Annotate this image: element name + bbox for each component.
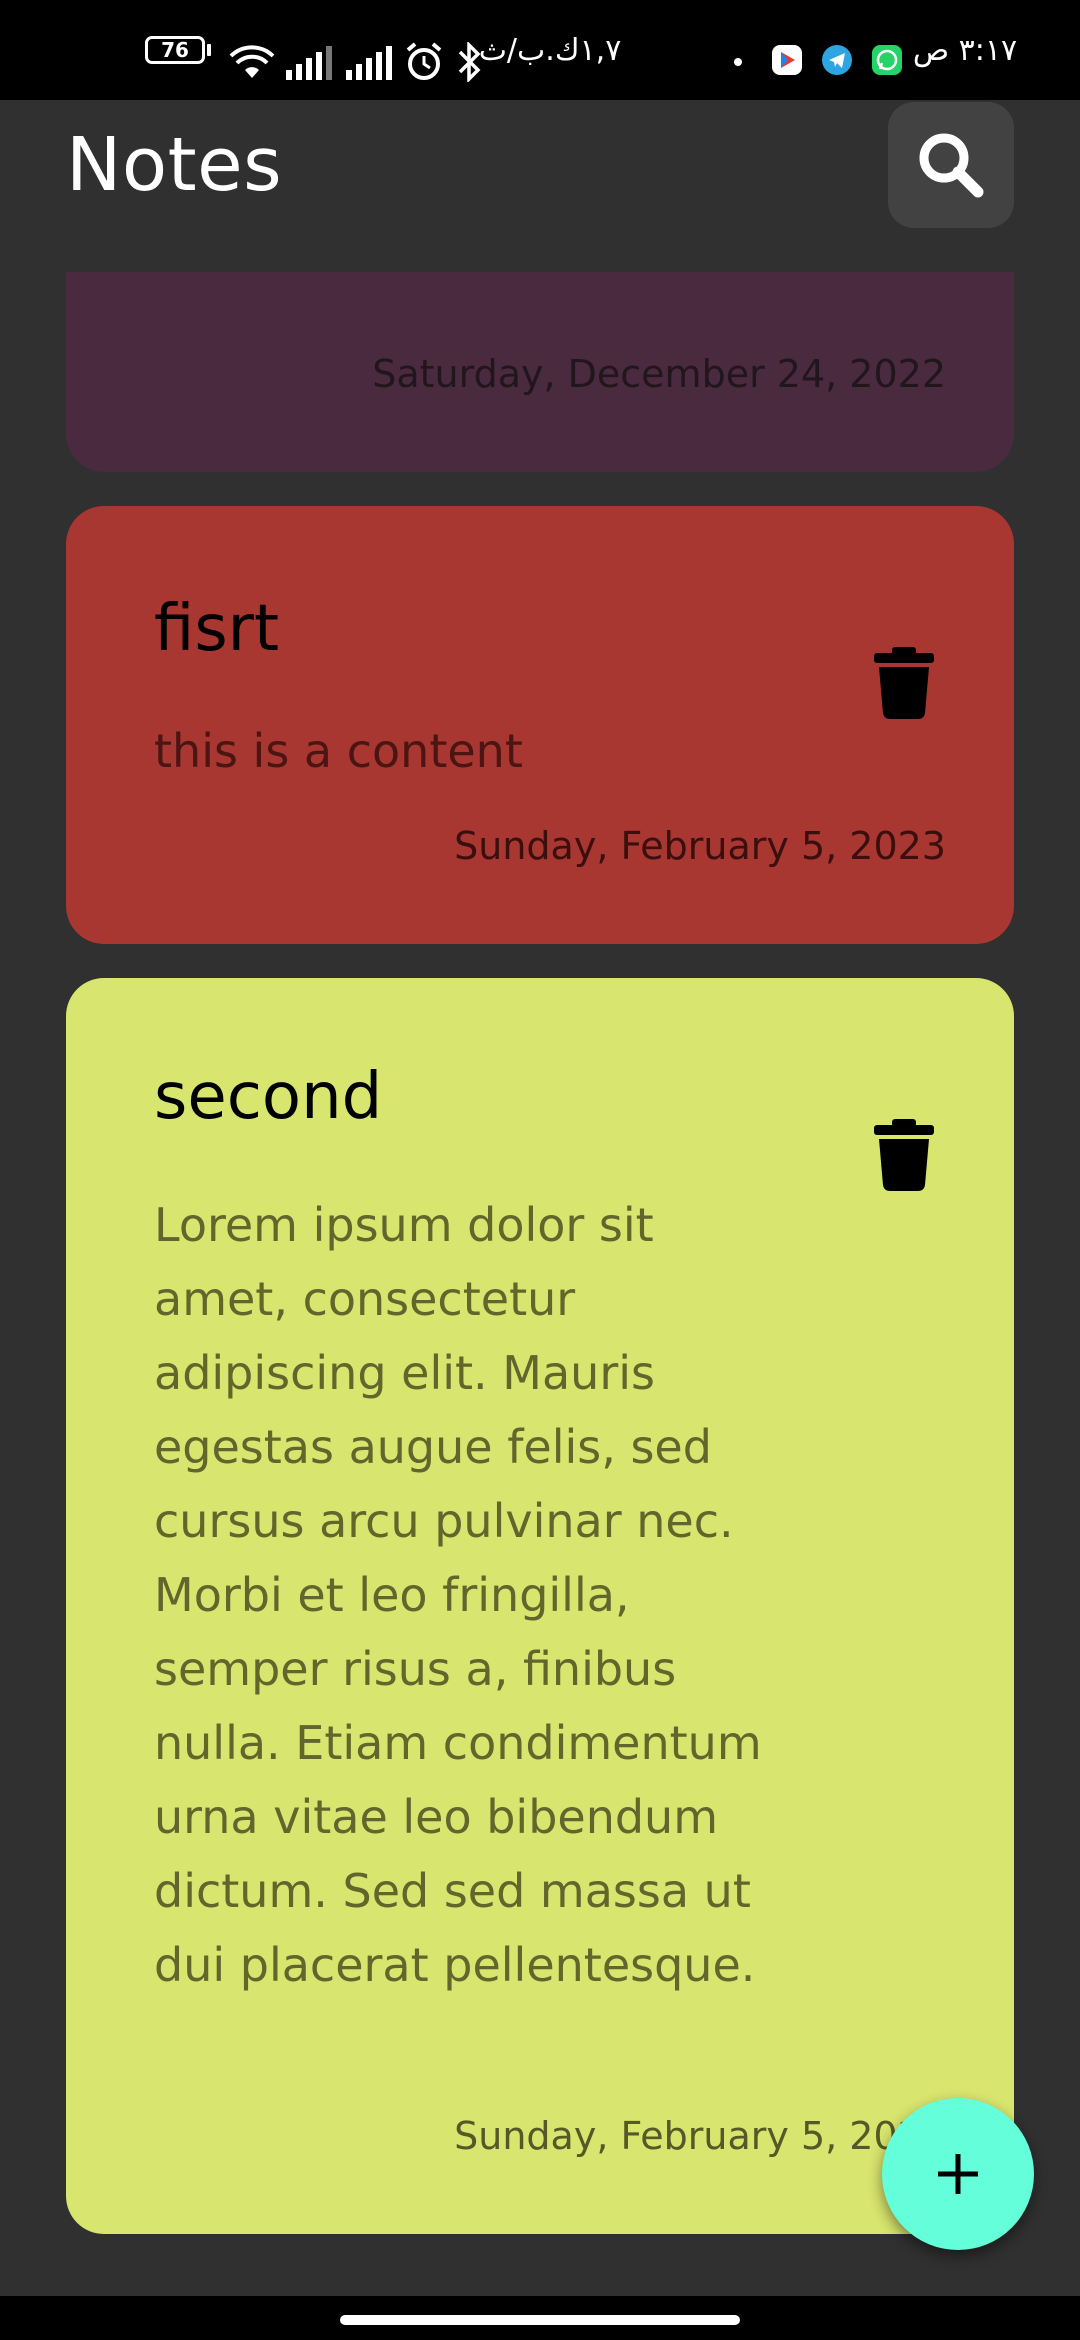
status-bar: 76 ١,٧ك.ب/ث ٣:١٧ ص bbox=[0, 0, 1080, 100]
note-date: Saturday, December 24, 2022 bbox=[372, 352, 946, 396]
trash-icon bbox=[874, 1119, 934, 1191]
note-content: this is a content bbox=[154, 724, 523, 778]
home-indicator[interactable] bbox=[340, 2315, 740, 2325]
note-date: Sunday, February 5, 2023 bbox=[454, 824, 946, 868]
add-note-button[interactable] bbox=[882, 2098, 1034, 2250]
network-speed: ١,٧ك.ب/ث bbox=[478, 32, 622, 68]
battery-level: 76 bbox=[161, 38, 189, 62]
note-title: second bbox=[154, 1060, 383, 1134]
note-content: Lorem ipsum dolor sit amet, consectetur … bbox=[154, 1198, 762, 1992]
note-title: fisrt bbox=[154, 592, 280, 666]
page-title: Notes bbox=[66, 122, 283, 208]
search-button[interactable] bbox=[888, 102, 1014, 228]
plus-icon bbox=[938, 2154, 978, 2194]
trash-icon bbox=[874, 647, 934, 719]
app-bar: Notes bbox=[0, 100, 1080, 272]
delete-button[interactable] bbox=[872, 1118, 936, 1192]
play-store-icon bbox=[772, 45, 802, 75]
note-card[interactable]: second Lorem ipsum dolor sit amet, conse… bbox=[66, 978, 1014, 2234]
clock: ٣:١٧ ص bbox=[912, 32, 1018, 68]
wifi-icon bbox=[229, 45, 275, 78]
signal-icon bbox=[286, 46, 332, 80]
telegram-icon bbox=[822, 45, 852, 75]
alarm-icon bbox=[406, 42, 442, 80]
notes-screen: 76 ١,٧ك.ب/ث ٣:١٧ ص Saturday, December 24… bbox=[0, 0, 1080, 2340]
note-card[interactable]: fisrt this is a content Sunday, February… bbox=[66, 506, 1014, 944]
navigation-bar bbox=[0, 2296, 1080, 2340]
battery-icon: 76 bbox=[143, 30, 213, 70]
delete-button[interactable] bbox=[872, 646, 936, 720]
signal-icon bbox=[346, 46, 392, 80]
note-date: Sunday, February 5, 2023 bbox=[454, 2114, 946, 2158]
search-icon bbox=[919, 133, 984, 198]
dot-icon bbox=[734, 58, 742, 66]
